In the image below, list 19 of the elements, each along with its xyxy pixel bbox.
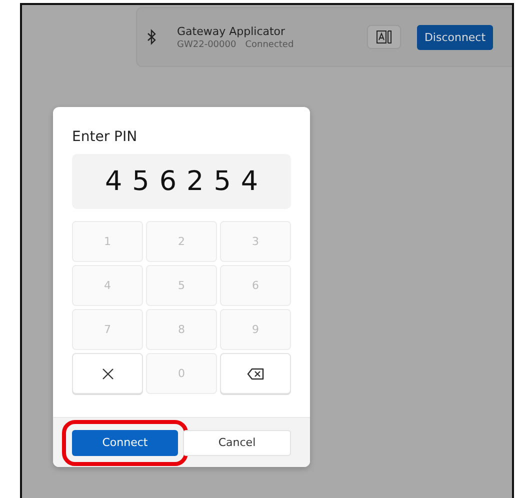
disconnect-button[interactable]: Disconnect [417,24,493,50]
connect-button[interactable]: Connect [72,430,178,456]
device-id: GW22-00000 [177,40,236,50]
keypad-key[interactable] [220,353,291,394]
pin-digit: 2 [186,166,204,197]
translate-button[interactable] [367,25,401,49]
pin-digit: 6 [159,166,176,197]
pin-digit: 5 [214,166,231,197]
translate-icon [376,30,392,44]
bluetooth-icon [147,29,157,45]
dialog-title: Enter PIN [72,129,138,145]
close-icon [102,368,114,380]
pin-digit: 5 [132,166,150,197]
device-name: Gateway Applicator [177,24,286,38]
cancel-button[interactable]: Cancel [183,430,291,456]
pin-digit: 4 [104,166,122,197]
device-status: Connected [245,40,294,50]
pin-digit: 4 [240,166,258,197]
backspace-icon [247,368,264,380]
